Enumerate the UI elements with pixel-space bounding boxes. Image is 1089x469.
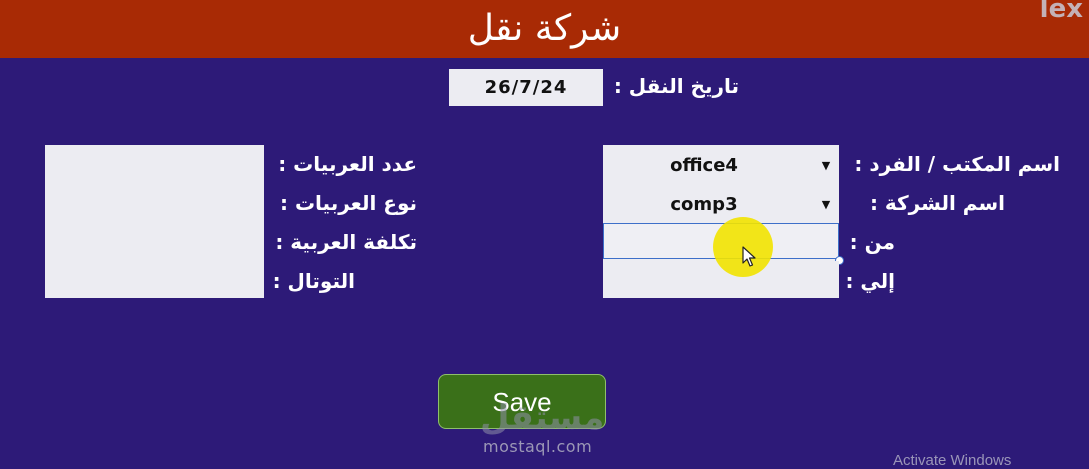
left-form-field-area[interactable] [45,145,264,298]
company-dropdown[interactable]: comp3 ▼ [603,186,839,222]
vehicle-count-label: عدد العربيات : [278,152,417,176]
mouse-cursor-icon [742,246,756,267]
vehicle-cost-label: تكلفة العربية : [275,230,417,254]
mostaql-watermark-logo: مستقل [480,398,605,438]
office-selected-value: office4 [670,154,738,176]
activate-windows-notice: Activate Windows [893,452,1012,469]
company-selected-value: comp3 [670,193,738,215]
company-label: اسم الشركة : [869,191,1005,215]
vehicle-type-label: نوع العربيات : [279,191,417,215]
office-label: اسم المكتب / الفرد : [854,152,1060,176]
from-label: من : [849,230,895,254]
transfer-date-label: تاريخ النقل : [613,74,739,98]
transfer-date-field[interactable]: 26/7/24 [449,69,603,106]
office-dropdown[interactable]: office4 ▼ [603,147,839,183]
chevron-down-icon[interactable]: ▼ [813,159,839,172]
mostaql-watermark-site: mostaql.com [483,437,593,456]
app-title: شركة نقل [467,8,622,49]
app-title-bar: شركة نقل [0,0,1089,58]
to-label: إلي : [845,269,895,293]
corner-logo: lex [1039,0,1083,24]
chevron-down-icon[interactable]: ▼ [813,198,839,211]
total-label: التوتال : [272,269,355,293]
